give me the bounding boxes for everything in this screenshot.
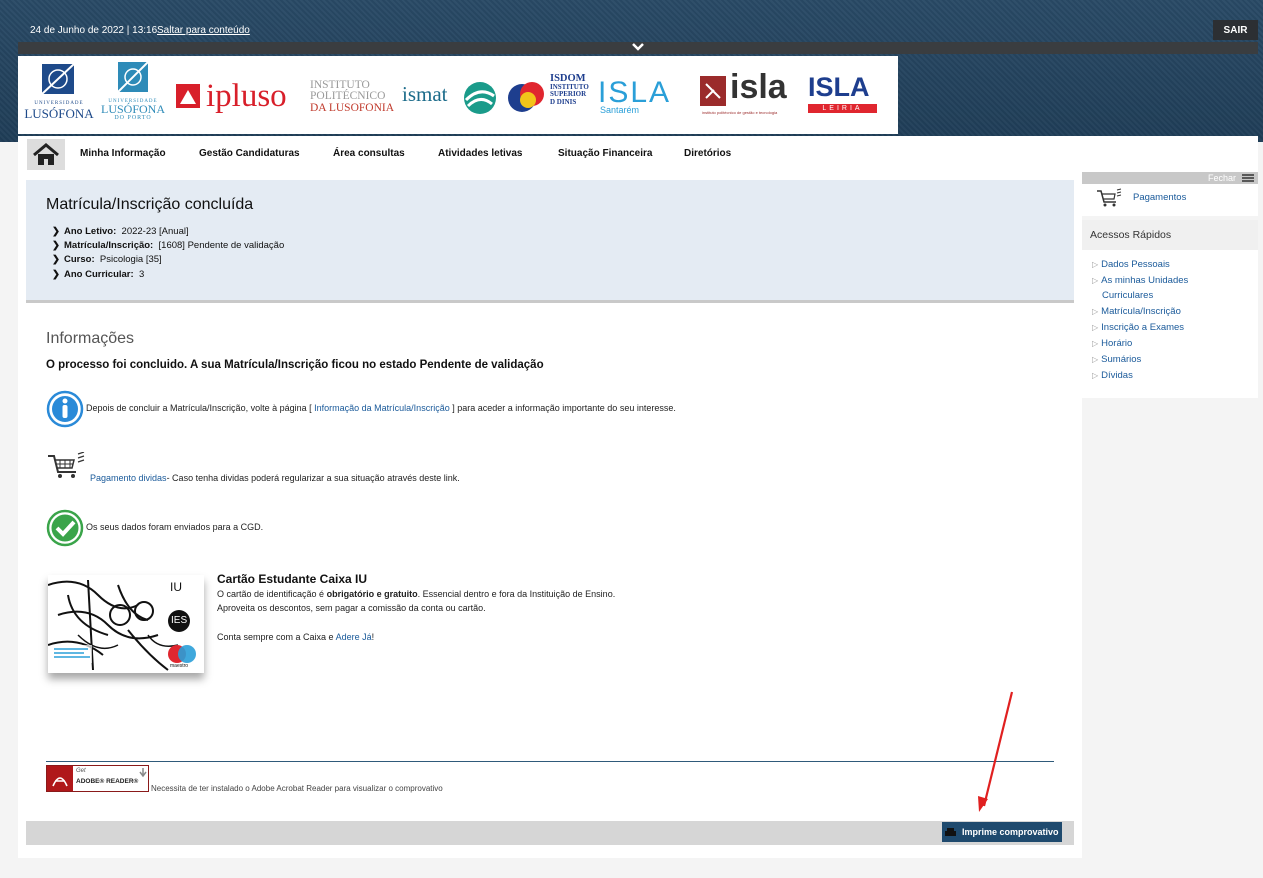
quick-access-heading: Acessos Rápidos	[1082, 220, 1258, 250]
triangle-right-icon: ▷	[1092, 355, 1099, 364]
card-ies-label: IES	[171, 615, 188, 626]
summary-row-curso: ❯ Curso: Psicologia [35]	[52, 254, 162, 265]
quick-link-inscricao-exames[interactable]: ▷ Inscrição a Exames	[1092, 322, 1184, 333]
skip-to-content-link[interactable]: Saltar para conteúdo	[157, 25, 250, 36]
nav-gestao-candidaturas[interactable]: Gestão Candidaturas	[199, 148, 300, 159]
sidebar-header: Fechar	[1082, 172, 1258, 184]
triangle-right-icon: ▷	[1092, 371, 1099, 380]
logo-isdom[interactable]: ISDOM INSTITUTO SUPERIOR D DINIS	[506, 73, 590, 124]
quick-link-matricula[interactable]: ▷ Matrícula/Inscrição	[1092, 306, 1181, 317]
status-message: O processo foi concluido. A sua Matrícul…	[46, 359, 544, 371]
card-iu-label: IU	[170, 580, 182, 594]
nav-diretorios[interactable]: Diretórios	[684, 148, 731, 159]
card-title: Cartão Estudante Caixa IU	[217, 572, 368, 586]
student-card-image: IU IES maestro	[48, 575, 204, 673]
logo-isla-leiria[interactable]: ISLA LEIRIA	[808, 72, 878, 120]
card-maestro-label: maestro	[170, 663, 189, 669]
triangle-right-icon: ▷	[1092, 307, 1099, 316]
triangle-right-icon: ▷	[1092, 323, 1099, 332]
logo-lusofona-porto[interactable]: UNIVERSIDADE LUSÓFONA DO PORTO	[98, 61, 168, 128]
chevron-down-icon[interactable]	[630, 41, 646, 53]
header-collapse-bar[interactable]	[18, 42, 1258, 54]
menu-icon[interactable]	[1242, 174, 1254, 182]
info-icon	[46, 390, 84, 428]
pagamento-dividas-link[interactable]: Pagamento dividas	[90, 473, 167, 483]
home-icon	[33, 142, 59, 165]
chevron-right-icon: ❯	[52, 240, 60, 251]
triangle-right-icon: ▷	[1092, 260, 1099, 269]
triangle-right-icon: ▷	[1092, 339, 1099, 348]
chevron-right-icon: ❯	[52, 226, 60, 237]
print-receipt-button[interactable]: Imprime comprovativo	[942, 822, 1062, 842]
page-title: Matrícula/Inscrição concluída	[46, 196, 254, 213]
quick-link-unidades-curriculares[interactable]: ▷ As minhas Unidades	[1092, 275, 1188, 286]
debt-payment-notice: Pagamento dividas- Caso tenha dividas po…	[90, 473, 460, 483]
printer-icon	[945, 827, 956, 836]
sidebar-close-button[interactable]: Fechar	[1208, 173, 1236, 183]
adere-ja-link[interactable]: Adere Já	[336, 632, 372, 642]
content-divider	[46, 761, 1054, 762]
logo-isla-santarem[interactable]: ISLA Santarém	[598, 76, 692, 118]
quick-link-dados-pessoais[interactable]: ▷ Dados Pessoais	[1092, 259, 1170, 270]
logo-ismat[interactable]: ismat	[402, 80, 502, 118]
card-text-line1: O cartão de identificação é obrigatório …	[217, 589, 616, 599]
summary-row-ano-letivo: ❯ Ano Letivo: 2022-23 [Anual]	[52, 226, 189, 237]
adobe-reader-icon	[47, 766, 73, 791]
main-content: Matrícula/Inscrição concluída ❯ Ano Letiv…	[18, 172, 1082, 858]
utility-bar: 24 de Junho de 2022 | 13:16 Saltar para …	[18, 20, 1258, 42]
quick-access-list: ▷ Dados Pessoais ▷ As minhas Unidades Curr…	[1082, 250, 1258, 398]
adobe-note: Necessita de ter instalado o Adobe Acrob…	[151, 784, 443, 793]
nav-situacao-financeira[interactable]: Situação Financeira	[558, 148, 652, 159]
info-notice: Depois de concluir a Matrícula/Inscrição…	[86, 403, 676, 413]
summary-row-ano-curricular: ❯ Ano Curricular: 3	[52, 269, 145, 280]
check-circle-icon	[46, 509, 84, 547]
section-heading-informacoes: Informações	[46, 330, 135, 347]
get-adobe-reader-button[interactable]: Get ADOBE® READER®	[46, 765, 149, 792]
quick-link-unidades-curriculares-cont[interactable]: Curriculares	[1102, 290, 1153, 301]
sidebar-payments[interactable]: Pagamentos	[1082, 184, 1258, 216]
quick-link-dividas[interactable]: ▷ Dívidas	[1092, 370, 1133, 381]
nav-atividades-letivas[interactable]: Atividades letivas	[438, 148, 522, 159]
cgd-notice: Os seus dados foram enviados para a CGD.	[86, 522, 264, 532]
shopping-cart-icon	[1097, 188, 1122, 207]
card-text-line2: Aproveita os descontos, sem pagar a comi…	[217, 603, 486, 613]
shopping-cart-icon	[48, 452, 85, 478]
chevron-right-icon: ❯	[52, 269, 60, 280]
summary-row-matricula: ❯ Matrícula/Inscrição: [1608] Pendente de…	[52, 240, 285, 251]
annotation-arrow	[978, 691, 1014, 812]
chevron-right-icon: ❯	[52, 254, 60, 265]
logo-universidade-lusofona[interactable]: UNIVERSIDADE LUSÓFONA	[24, 63, 94, 126]
quick-link-sumarios[interactable]: ▷ Sumários	[1092, 354, 1141, 365]
logo-ipluso[interactable]: ipluso	[174, 78, 304, 116]
main-navigation: Minha Informação Gestão Candidaturas Áre…	[18, 136, 1258, 172]
triangle-right-icon: ▷	[1092, 276, 1099, 285]
logo-isla[interactable]: isla instituto politécnico de gestão e t…	[700, 68, 800, 120]
right-sidebar: Fechar Pagamentos Acessos Rápidos ▷ Dados…	[1082, 172, 1258, 398]
action-footer	[26, 821, 1074, 845]
nav-minha-informacao[interactable]: Minha Informação	[80, 148, 166, 159]
card-text-line3: Conta sempre com a Caixa e Adere Já!	[217, 632, 375, 642]
date-time: 24 de Junho de 2022 | 13:16	[30, 25, 158, 36]
logout-button[interactable]: SAIR	[1213, 20, 1258, 40]
informacao-matricula-link[interactable]: Informação da Matrícula/Inscrição	[314, 403, 450, 413]
home-button[interactable]	[27, 139, 65, 170]
logo-instituto-politecnico-lusofonia[interactable]: INSTITUTO POLITÉCNICO DA LUSOFONIA	[310, 79, 402, 120]
quick-link-horario[interactable]: ▷ Horário	[1092, 338, 1132, 349]
download-arrow-icon	[139, 768, 147, 778]
institutions-logo-banner: UNIVERSIDADE LUSÓFONA UNIVERSIDADE LUSÓF…	[18, 56, 898, 134]
nav-area-consultas[interactable]: Área consultas	[333, 148, 405, 159]
enrollment-summary: Matrícula/Inscrição concluída ❯ Ano Letiv…	[26, 180, 1074, 303]
